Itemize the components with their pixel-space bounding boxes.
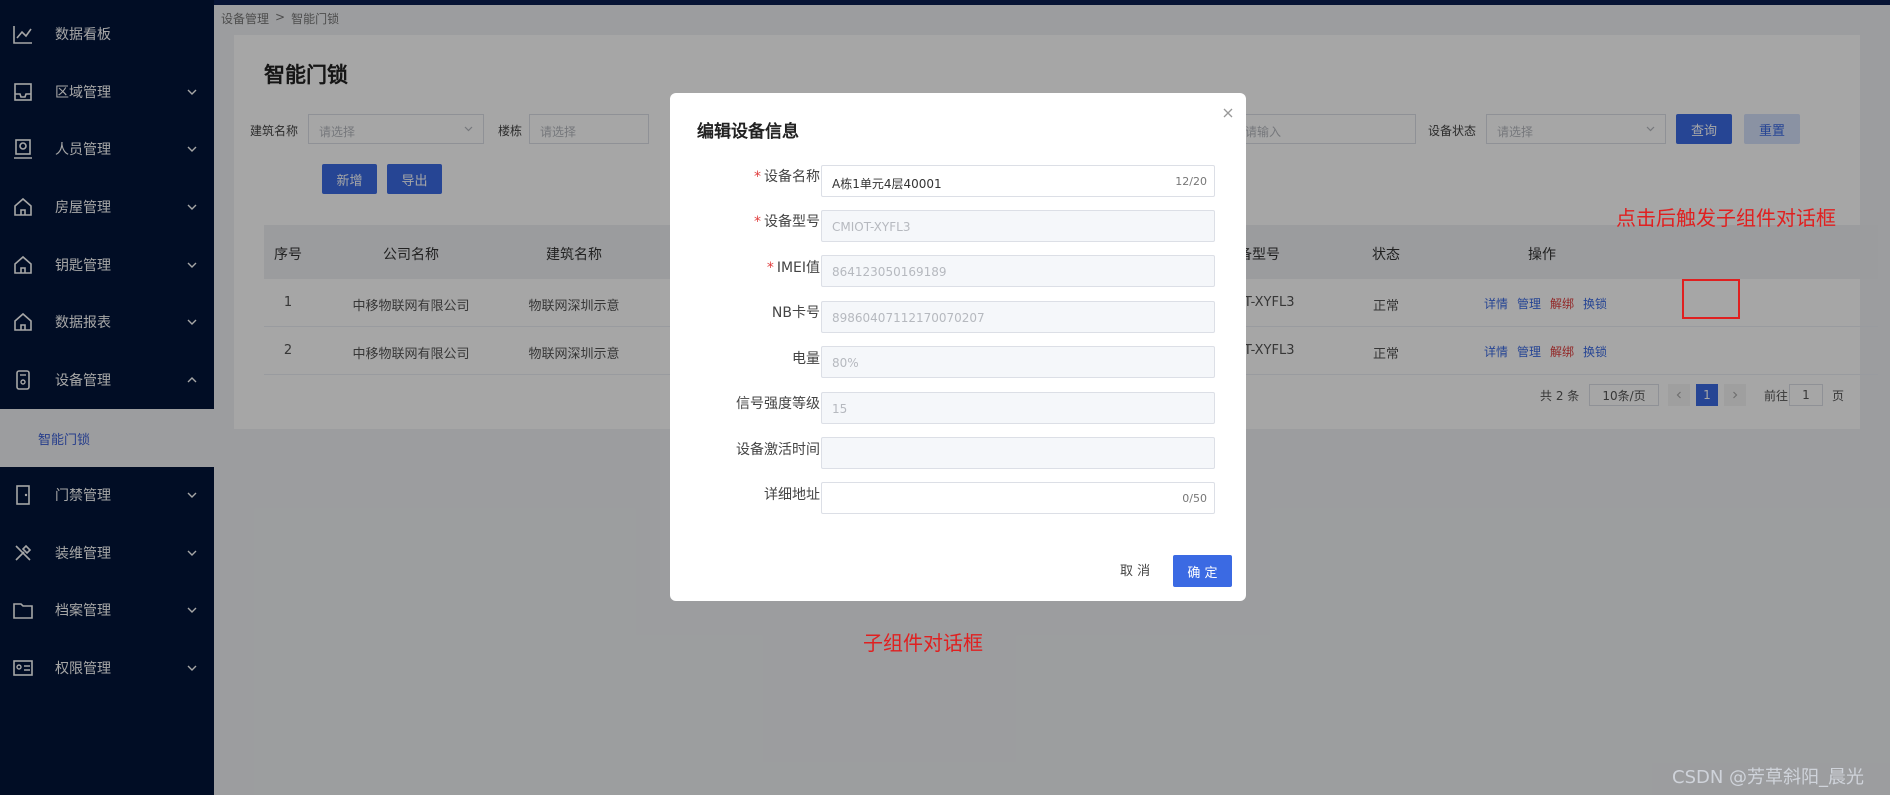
annotation-text: 子组件对话框	[863, 631, 983, 655]
imei-label: * IMEI值	[766, 260, 820, 276]
address-label: 详细地址	[764, 487, 820, 503]
cancel-button[interactable]: 取 消	[1120, 560, 1150, 579]
signal-value: 15	[832, 402, 848, 416]
imei-input[interactable]: 864123050169189	[821, 255, 1215, 287]
imei-value: 864123050169189	[832, 265, 947, 279]
dialog-title: 编辑设备信息	[697, 122, 799, 142]
watermark: CSDN @芳草斜阳_晨光	[1672, 767, 1865, 788]
nb-card-label: NB卡号	[771, 305, 820, 321]
address-counter: 0/50	[1182, 492, 1207, 505]
battery-value: 80%	[832, 356, 859, 370]
signal-input[interactable]: 15	[821, 392, 1215, 424]
nb-card-value: 89860407112170070207	[832, 311, 985, 325]
device-name-counter: 12/20	[1175, 175, 1207, 188]
nb-card-input[interactable]: 89860407112170070207	[821, 301, 1215, 333]
device-name-label: * 设备名称	[754, 169, 820, 185]
confirm-button[interactable]: 确 定	[1173, 555, 1232, 587]
device-model-value: CMIOT-XYFL3	[832, 220, 911, 234]
close-icon[interactable]	[1220, 105, 1236, 121]
activation-time-label: 设备激活时间	[736, 442, 820, 458]
battery-input[interactable]: 80%	[821, 346, 1215, 378]
annotation-text: 点击后触发子组件对话框	[1616, 206, 1836, 230]
activation-time-input[interactable]	[821, 437, 1215, 469]
device-name-input[interactable]: A栋1单元4层40001 12/20	[821, 165, 1215, 197]
device-model-input[interactable]: CMIOT-XYFL3	[821, 210, 1215, 242]
device-name-value: A栋1单元4层40001	[832, 177, 942, 191]
signal-label: 信号强度等级	[736, 396, 820, 412]
annotation-highlight-box	[1682, 279, 1740, 319]
address-input[interactable]: 0/50	[821, 482, 1215, 514]
device-model-label: * 设备型号	[754, 214, 820, 230]
edit-device-dialog: 编辑设备信息 * 设备名称 A栋1单元4层40001 12/20 * 设备型号 CM…	[670, 93, 1246, 601]
battery-label: 电量	[792, 351, 820, 367]
